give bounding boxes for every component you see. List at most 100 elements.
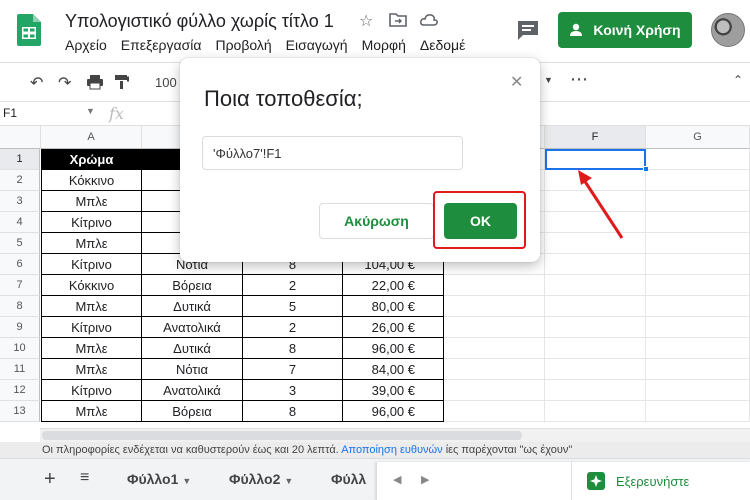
table-cell[interactable]	[646, 233, 750, 254]
explore-button[interactable]: Εξερευνήστε	[571, 462, 707, 500]
print-icon[interactable]	[86, 74, 104, 90]
table-cell[interactable]	[646, 401, 750, 422]
row-header[interactable]: 11	[0, 359, 40, 380]
move-folder-icon[interactable]	[389, 13, 407, 27]
more-options-icon[interactable]: ⋯	[570, 69, 588, 90]
table-cell[interactable]: 22,00 €	[343, 275, 444, 296]
table-cell[interactable]: Κίτρινο	[41, 317, 142, 338]
table-cell[interactable]: Χρώμα	[41, 149, 142, 170]
table-cell[interactable]: 3	[243, 380, 343, 401]
table-cell[interactable]: 80,00 €	[343, 296, 444, 317]
menu-view[interactable]: Προβολή	[215, 37, 271, 53]
name-box[interactable]: F1	[3, 106, 17, 120]
table-cell[interactable]	[444, 401, 545, 422]
table-cell[interactable]: Βόρεια	[142, 275, 243, 296]
table-cell[interactable]	[646, 191, 750, 212]
row-header[interactable]: 6	[0, 254, 40, 275]
table-cell[interactable]	[646, 317, 750, 338]
table-cell[interactable]: Ανατολικά	[142, 380, 243, 401]
cloud-status-icon[interactable]	[420, 13, 438, 27]
row-header[interactable]: 4	[0, 212, 40, 233]
table-cell[interactable]: Κίτρινο	[41, 254, 142, 275]
table-cell[interactable]: Νότια	[142, 359, 243, 380]
table-cell[interactable]	[646, 254, 750, 275]
more-dropdown-icon[interactable]: ▼	[544, 75, 553, 85]
menu-file[interactable]: Αρχείο	[65, 37, 107, 53]
table-cell[interactable]: 96,00 €	[343, 401, 444, 422]
add-sheet-icon[interactable]: +	[44, 468, 56, 491]
table-cell[interactable]: Κόκκινο	[41, 170, 142, 191]
table-cell[interactable]: 7	[243, 359, 343, 380]
table-cell[interactable]	[646, 338, 750, 359]
table-cell[interactable]	[545, 296, 646, 317]
table-cell[interactable]	[646, 170, 750, 191]
cancel-button[interactable]: Ακύρωση	[319, 203, 434, 239]
avatar[interactable]	[711, 13, 745, 47]
star-icon[interactable]: ☆	[359, 11, 373, 31]
table-cell[interactable]: 2	[243, 275, 343, 296]
table-cell[interactable]: Βόρεια	[142, 401, 243, 422]
column-header-g[interactable]: G	[646, 126, 750, 149]
table-cell[interactable]: 2	[243, 317, 343, 338]
chevron-down-icon[interactable]: ▼	[86, 106, 95, 116]
menu-insert[interactable]: Εισαγωγή	[286, 37, 348, 53]
table-cell[interactable]: Μπλε	[41, 191, 142, 212]
ok-button[interactable]: OK	[444, 203, 517, 239]
row-header[interactable]: 1	[0, 149, 40, 170]
disclaimer-link[interactable]: Αποποίηση ευθυνών	[341, 444, 442, 456]
table-cell[interactable]	[545, 275, 646, 296]
paint-format-icon[interactable]	[114, 74, 130, 90]
table-cell[interactable]: Μπλε	[41, 359, 142, 380]
table-cell[interactable]: Μπλε	[41, 296, 142, 317]
table-cell[interactable]	[646, 296, 750, 317]
table-cell[interactable]	[646, 275, 750, 296]
table-cell[interactable]	[545, 401, 646, 422]
menu-format[interactable]: Μορφή	[362, 37, 406, 53]
selected-cell-f1[interactable]	[545, 149, 646, 170]
table-cell[interactable]	[545, 254, 646, 275]
table-cell[interactable]: 26,00 €	[343, 317, 444, 338]
table-cell[interactable]	[444, 275, 545, 296]
table-cell[interactable]: Δυτικά	[142, 296, 243, 317]
undo-icon[interactable]: ↶	[30, 73, 43, 93]
scrollbar-thumb[interactable]	[42, 431, 522, 440]
table-cell[interactable]	[444, 359, 545, 380]
menu-data[interactable]: Δεδομέ	[420, 37, 465, 53]
sheet-tab[interactable]: Φύλλ	[331, 471, 366, 487]
table-cell[interactable]	[646, 149, 750, 170]
sheet-tab[interactable]: Φύλλο1 ▼	[127, 471, 191, 487]
fill-handle[interactable]	[643, 166, 649, 172]
table-cell[interactable]: 8	[243, 401, 343, 422]
scroll-right-icon[interactable]: ▶	[421, 473, 429, 486]
table-cell[interactable]	[444, 296, 545, 317]
redo-icon[interactable]: ↷	[58, 73, 71, 93]
table-cell[interactable]: Κόκκινο	[41, 275, 142, 296]
table-cell[interactable]: Κίτρινο	[41, 212, 142, 233]
table-cell[interactable]: 96,00 €	[343, 338, 444, 359]
row-header[interactable]: 8	[0, 296, 40, 317]
row-header[interactable]: 7	[0, 275, 40, 296]
select-all-corner[interactable]	[0, 126, 41, 149]
row-header[interactable]: 12	[0, 380, 40, 401]
table-cell[interactable]: 84,00 €	[343, 359, 444, 380]
table-cell[interactable]: Μπλε	[41, 338, 142, 359]
sheets-logo-icon[interactable]	[17, 14, 41, 46]
table-cell[interactable]	[545, 338, 646, 359]
row-header[interactable]: 5	[0, 233, 40, 254]
zoom-select[interactable]: 100	[155, 75, 177, 90]
table-cell[interactable]	[444, 317, 545, 338]
table-cell[interactable]	[646, 380, 750, 401]
sheet-tab[interactable]: Φύλλο2 ▼	[229, 471, 293, 487]
table-cell[interactable]	[444, 338, 545, 359]
row-header[interactable]: 10	[0, 338, 40, 359]
table-cell[interactable]	[646, 359, 750, 380]
scroll-left-icon[interactable]: ◀	[393, 473, 401, 486]
table-cell[interactable]: Μπλε	[41, 401, 142, 422]
row-header[interactable]: 9	[0, 317, 40, 338]
table-cell[interactable]	[646, 212, 750, 233]
close-icon[interactable]: ✕	[510, 72, 523, 92]
row-header[interactable]: 2	[0, 170, 40, 191]
document-title[interactable]: Υπολογιστικό φύλλο χωρίς τίτλο 1	[65, 11, 334, 32]
comment-icon[interactable]	[516, 19, 540, 41]
column-header-f[interactable]: F	[545, 126, 646, 149]
